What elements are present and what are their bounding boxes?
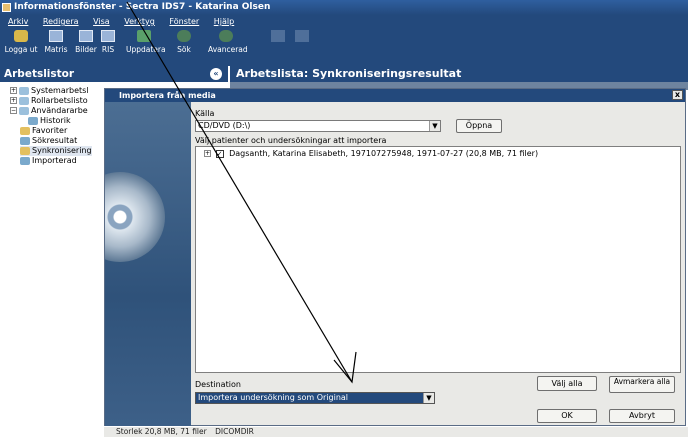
- window-title-bar: Informationsfönster - Sectra IDS7 - Kata…: [0, 0, 688, 15]
- expand-icon[interactable]: +: [204, 150, 211, 157]
- worklist-title: Arbetslista: Synkroniseringsresultat: [236, 67, 462, 80]
- advanced-search-icon: [219, 30, 233, 42]
- refresh-icon: [137, 30, 151, 42]
- status-size: Storlek 20,8 MB, 71 filer: [116, 427, 207, 436]
- binoculars-icon: [177, 30, 191, 42]
- menu-bar: Arkiv Redigera Visa Verktyg Fönster Hjäl…: [0, 15, 688, 28]
- dialog-close-button[interactable]: x: [672, 90, 683, 100]
- ris-button[interactable]: RIS: [90, 30, 126, 54]
- menu-hjalp[interactable]: Hjälp: [214, 17, 234, 26]
- destination-label: Destination: [195, 380, 241, 389]
- tree-item-rollarbetslistor[interactable]: + Rollarbetslisto: [10, 96, 88, 106]
- forward-arrow-icon: [295, 30, 309, 42]
- list-label: Välj patienter och undersökningar att im…: [195, 136, 387, 145]
- worklists-title: Arbetslistor: [4, 68, 75, 80]
- tree-item-systemarbetslistor[interactable]: + Systemarbetsl: [10, 86, 89, 96]
- matrix-icon: [49, 30, 63, 42]
- dialog-title: Importera från media: [119, 91, 216, 100]
- toolbar: Logga ut Matris Bilder RIS Uppdatera Sök…: [0, 28, 688, 66]
- tree-item-anvandararbetslistor[interactable]: − Användararbe: [10, 106, 88, 116]
- worklist-header: Arbetslista: Synkroniseringsresultat: [230, 66, 688, 82]
- status-bar: Storlek 20,8 MB, 71 filer DICOMDIR: [104, 427, 688, 437]
- select-all-button[interactable]: Välj alla: [537, 376, 597, 391]
- collapse-panel-button[interactable]: «: [210, 68, 222, 80]
- imported-icon: [20, 156, 30, 165]
- patient-study-list[interactable]: + ✓ Dagsanth, Katarina Elisabeth, 197107…: [195, 146, 681, 373]
- expand-icon[interactable]: +: [10, 87, 17, 94]
- refresh-button[interactable]: Uppdatera: [126, 30, 166, 54]
- app-icon: [2, 3, 11, 12]
- history-icon: [28, 116, 38, 125]
- collapse-icon[interactable]: −: [10, 107, 17, 114]
- search-results-icon: [20, 136, 30, 145]
- back-arrow-icon: [271, 30, 285, 42]
- window-title: Informationsfönster - Sectra IDS7 - Kata…: [14, 2, 271, 12]
- forward-button[interactable]: [284, 30, 320, 45]
- status-dicomdir: DICOMDIR: [215, 427, 254, 436]
- menu-fonster[interactable]: Fönster: [169, 17, 199, 26]
- logout-button[interactable]: Logga ut: [3, 30, 39, 54]
- tree-item-historik[interactable]: Historik: [28, 116, 71, 126]
- ok-button[interactable]: OK: [537, 409, 597, 423]
- tree-item-synkronisering[interactable]: Synkronisering: [20, 146, 92, 156]
- deselect-all-button[interactable]: Avmarkera alla: [609, 376, 675, 393]
- menu-visa[interactable]: Visa: [93, 17, 110, 26]
- patient-entry: Dagsanth, Katarina Elisabeth, 1971072759…: [229, 149, 539, 158]
- chevron-down-icon[interactable]: ▼: [423, 393, 434, 403]
- menu-arkiv[interactable]: Arkiv: [8, 17, 28, 26]
- sync-folder-icon: [20, 146, 30, 155]
- patient-checkbox[interactable]: ✓: [215, 149, 224, 158]
- worklists-header: Arbetslistor «: [0, 66, 228, 82]
- import-dialog: Importera från media x Källa CD/DVD (D:\…: [104, 88, 686, 426]
- folder-icon: [19, 106, 29, 115]
- cd-disc-icon: [105, 172, 165, 262]
- source-value: CD/DVD (D:\): [198, 121, 251, 130]
- destination-value: Importera undersökning som Original: [198, 393, 349, 402]
- search-button[interactable]: Sök: [166, 30, 202, 54]
- tree-item-sokresultat[interactable]: Sökresultat: [20, 136, 77, 146]
- open-button[interactable]: Öppna: [456, 119, 502, 133]
- dialog-title-bar: Importera från media x: [105, 89, 685, 102]
- ris-icon: [101, 30, 115, 42]
- favorites-folder-icon: [20, 126, 30, 135]
- menu-redigera[interactable]: Redigera: [43, 17, 79, 26]
- cancel-button[interactable]: Avbryt: [609, 409, 675, 423]
- tree-item-favoriter[interactable]: Favoriter: [20, 126, 67, 136]
- advanced-search-button[interactable]: Avancerad: [208, 30, 248, 54]
- source-label: Källa: [195, 109, 215, 118]
- dialog-banner-image: [105, 102, 191, 426]
- expand-icon[interactable]: +: [10, 97, 17, 104]
- menu-verktyg[interactable]: Verktyg: [124, 17, 155, 26]
- destination-dropdown[interactable]: Importera undersökning som Original ▼: [195, 392, 435, 404]
- list-item[interactable]: + ✓ Dagsanth, Katarina Elisabeth, 197107…: [204, 149, 538, 159]
- source-dropdown[interactable]: CD/DVD (D:\) ▼: [195, 120, 441, 132]
- folder-icon: [19, 86, 29, 95]
- chevron-down-icon[interactable]: ▼: [429, 121, 440, 131]
- key-icon: [14, 30, 28, 42]
- tree-item-importerad[interactable]: Importerad: [20, 156, 77, 166]
- folder-icon: [19, 96, 29, 105]
